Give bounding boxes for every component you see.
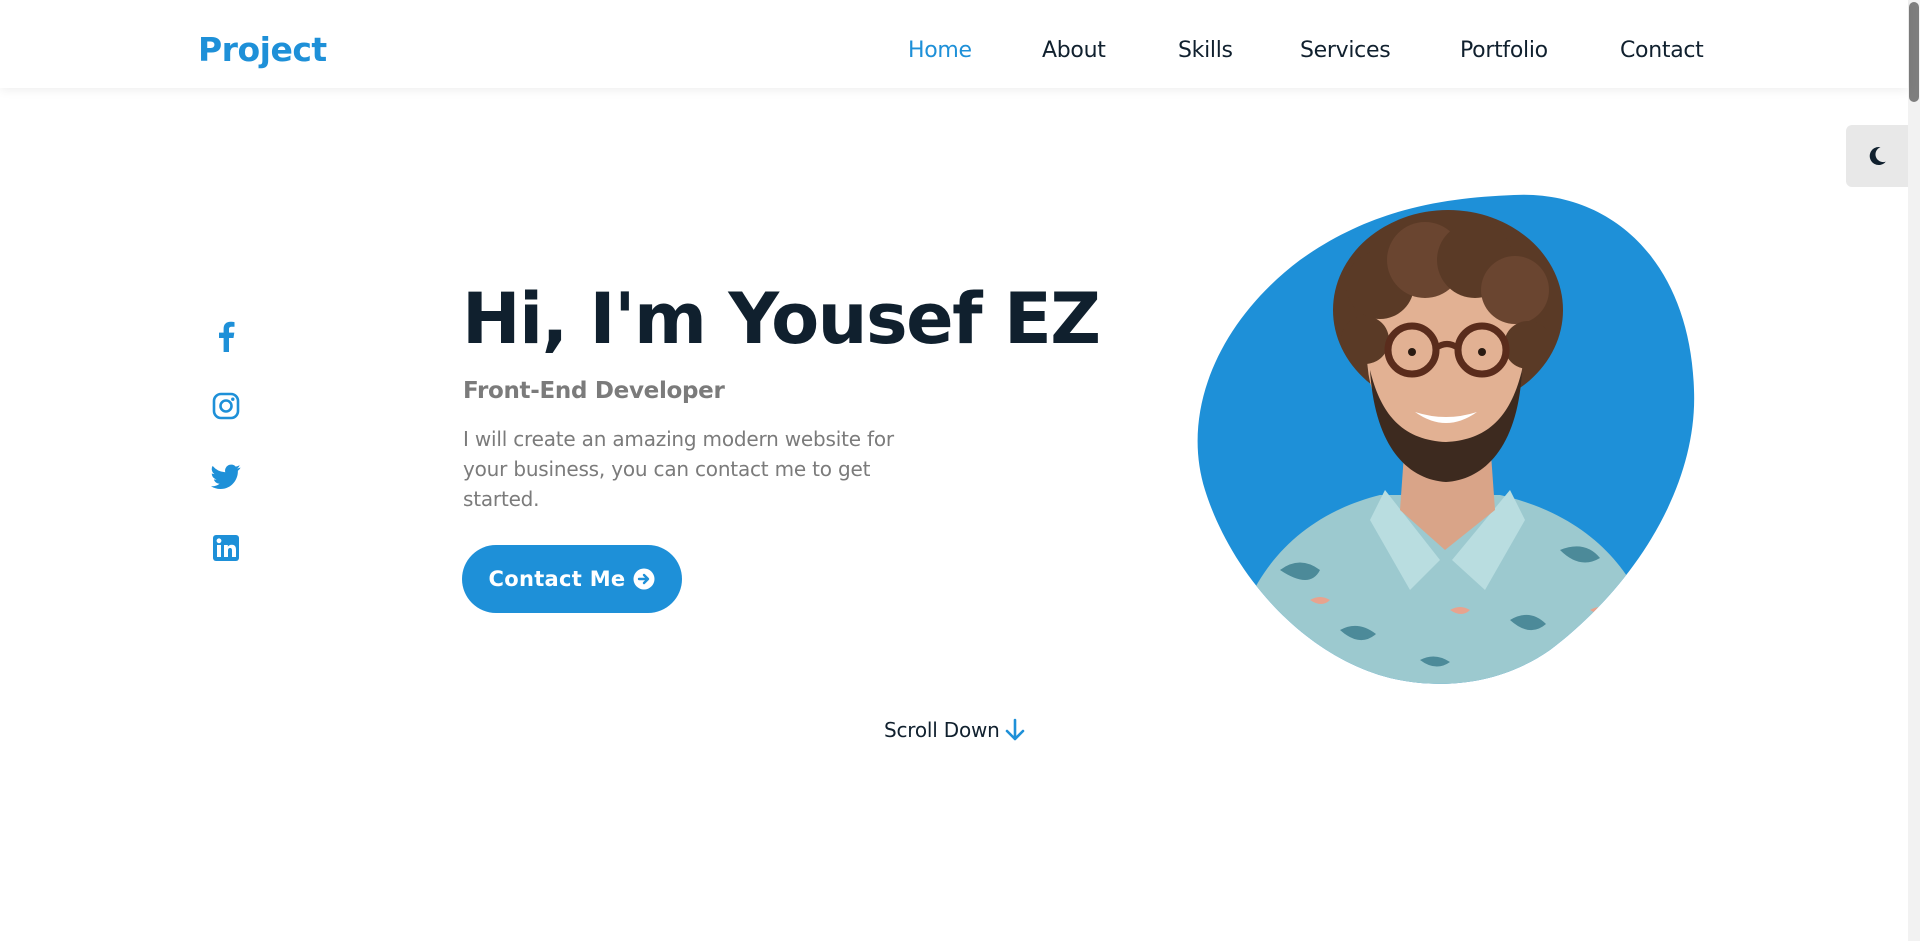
instagram-link[interactable] [210, 390, 242, 422]
nav-skills[interactable]: Skills [1178, 38, 1233, 63]
linkedin-link[interactable] [210, 532, 242, 564]
nav-home[interactable]: Home [908, 38, 972, 63]
hero-title: Hi, I'm Yousef EZ [462, 278, 1101, 360]
facebook-link[interactable] [210, 320, 242, 352]
moon-icon [1869, 147, 1886, 166]
hero-description: I will create an amazing modern website … [463, 427, 894, 511]
instagram-icon [212, 392, 240, 420]
scroll-down-label: Scroll Down [884, 718, 1000, 742]
theme-toggle-button[interactable] [1846, 125, 1908, 187]
nav-portfolio[interactable]: Portfolio [1460, 38, 1548, 63]
twitter-link[interactable] [210, 461, 242, 493]
twitter-icon [211, 464, 241, 489]
nav-services[interactable]: Services [1300, 38, 1391, 63]
scrollbar[interactable] [1908, 0, 1920, 941]
linkedin-icon [213, 535, 239, 561]
facebook-icon [219, 321, 235, 352]
nav-about[interactable]: About [1042, 38, 1106, 63]
hero-subtitle: Front-End Developer [463, 378, 725, 404]
arrow-circle-right-icon [633, 568, 655, 590]
scroll-down-link[interactable]: Scroll Down [884, 718, 1026, 742]
contact-me-label: Contact Me [488, 567, 626, 591]
arrow-down-icon [1005, 718, 1024, 741]
hero-image [1190, 190, 1700, 690]
contact-me-button[interactable]: Contact Me [462, 545, 682, 613]
scrollbar-thumb[interactable] [1909, 2, 1919, 102]
main-nav: Home About Skills Services Portfolio Con… [0, 0, 1908, 88]
nav-contact[interactable]: Contact [1620, 38, 1704, 63]
site-header: Project Home About Skills Services Portf… [0, 0, 1908, 88]
